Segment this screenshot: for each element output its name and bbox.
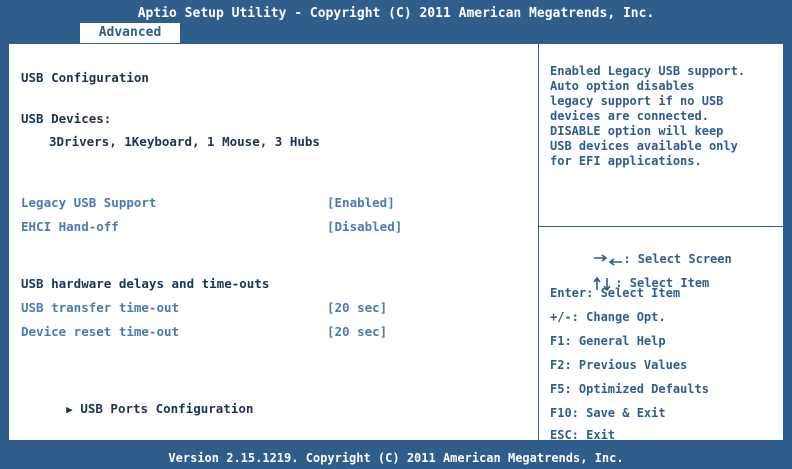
- key-f10: F10: Save & Exit: [550, 406, 666, 420]
- ehci-handoff-label[interactable]: EHCI Hand-off: [21, 219, 119, 234]
- key-change-opt: +/-: Change Opt.: [550, 310, 666, 324]
- ehci-handoff-value[interactable]: [Disabled]: [327, 219, 402, 234]
- triangle-right-icon: ▶: [66, 403, 73, 416]
- key-esc: ESC: Exit: [550, 428, 616, 442]
- usb-transfer-timeout-label[interactable]: USB transfer time-out: [21, 300, 179, 315]
- tab-advanced[interactable]: Advanced: [80, 23, 180, 43]
- footer-version: Version 2.15.1219. Copyright (C) 2011 Am…: [168, 451, 624, 465]
- usb-devices-label: USB Devices:: [21, 111, 112, 126]
- legacy-usb-support-label[interactable]: Legacy USB Support: [21, 195, 156, 210]
- main-panel: USB Configuration USB Devices: 3Drivers,…: [8, 43, 784, 442]
- settings-pane: USB Configuration USB Devices: 3Drivers,…: [9, 44, 539, 440]
- legacy-usb-support-value[interactable]: [Enabled]: [327, 195, 395, 210]
- key-f1: F1: General Help: [550, 334, 666, 348]
- delays-heading: USB hardware delays and time-outs: [21, 276, 270, 291]
- key-enter: Enter: Select Item: [550, 286, 681, 300]
- help-text: Enabled Legacy USB support. Auto option …: [550, 64, 746, 168]
- usb-transfer-timeout-value[interactable]: [20 sec]: [327, 300, 387, 315]
- key-f2: F2: Previous Values: [550, 358, 688, 372]
- usb-devices-value: 3Drivers, 1Keyboard, 1 Mouse, 3 Hubs: [49, 134, 320, 149]
- title-bar: Aptio Setup Utility - Copyright (C) 2011…: [0, 0, 792, 43]
- usb-ports-submenu[interactable]: ▶ USB Ports Configuration: [21, 386, 253, 431]
- page-heading: USB Configuration: [21, 70, 149, 85]
- key-f5: F5: Optimized Defaults: [550, 382, 709, 396]
- usb-ports-submenu-label: USB Ports Configuration: [80, 401, 254, 416]
- device-reset-timeout-value[interactable]: [20 sec]: [327, 324, 387, 339]
- help-box: Enabled Legacy USB support. Auto option …: [539, 44, 783, 227]
- device-reset-timeout-label[interactable]: Device reset time-out: [21, 324, 179, 339]
- window-title: Aptio Setup Utility - Copyright (C) 2011…: [137, 6, 655, 21]
- help-pane: Enabled Legacy USB support. Auto option …: [539, 44, 783, 442]
